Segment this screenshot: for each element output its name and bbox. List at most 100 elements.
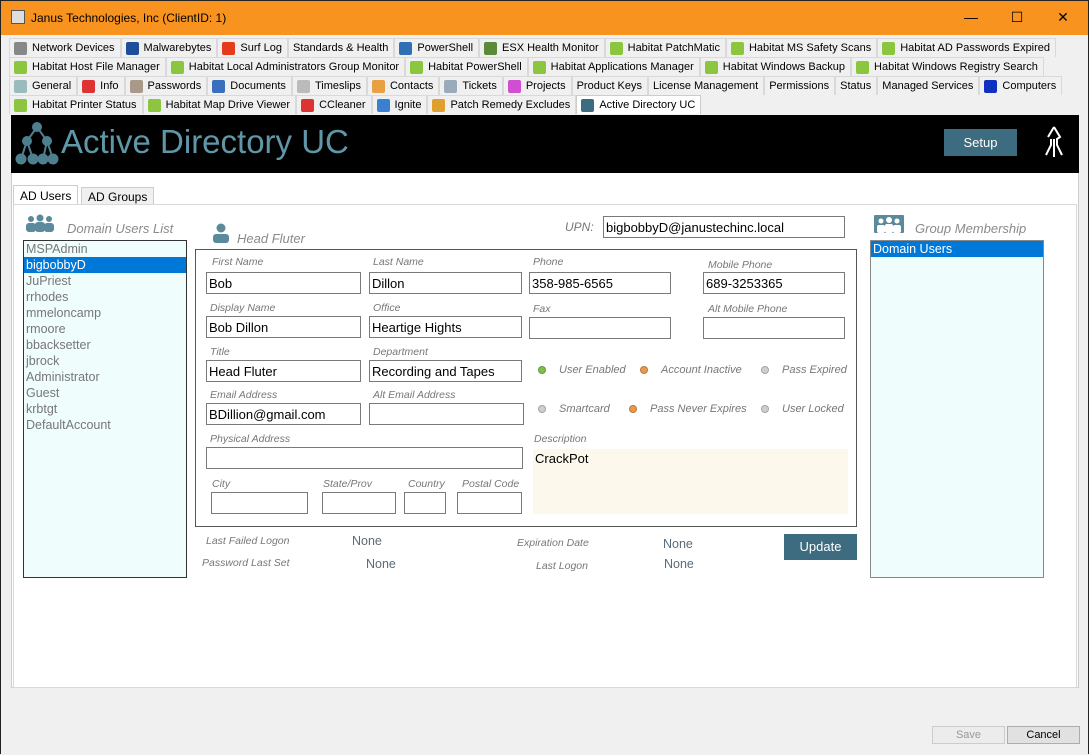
tab-product-keys[interactable]: Product Keys — [571, 76, 649, 95]
tab-habitat-windows-registry-search[interactable]: Habitat Windows Registry Search — [851, 57, 1044, 76]
tab-habitat-host-file-manager[interactable]: Habitat Host File Manager — [9, 57, 166, 76]
list-item[interactable]: jbrock — [24, 353, 186, 369]
alt-mobile-field[interactable] — [703, 317, 845, 339]
state-field[interactable] — [322, 492, 396, 514]
list-item[interactable]: Domain Users — [871, 241, 1043, 257]
tab-habitat-patchmatic[interactable]: Habitat PatchMatic — [604, 38, 726, 57]
tab-ad-groups[interactable]: AD Groups — [81, 187, 155, 205]
tab-label: Habitat MS Safety Scans — [748, 42, 872, 54]
list-item[interactable]: rmoore — [24, 321, 186, 337]
list-item[interactable]: krbtgt — [24, 401, 186, 417]
alt-email-field[interactable] — [369, 403, 524, 425]
close-button[interactable]: ✕ — [1052, 7, 1074, 27]
phone-label: Phone — [533, 256, 564, 268]
tab-info[interactable]: Info — [77, 76, 125, 95]
tab-license-management[interactable]: License Management — [648, 76, 765, 95]
title-field[interactable]: Head Fluter — [206, 360, 361, 382]
person-icon — [213, 223, 229, 243]
list-item[interactable]: Administrator — [24, 369, 186, 385]
tab-esx-health-monitor[interactable]: ESX Health Monitor — [479, 38, 605, 57]
city-field[interactable] — [211, 492, 308, 514]
domain-users-list[interactable]: MSPAdmin bigbobbyD JuPriest rrhodes mmelonca… — [23, 240, 187, 578]
tab-ignite[interactable]: Ignite — [371, 95, 428, 114]
tab-powershell[interactable]: PowerShell — [394, 38, 480, 57]
group-membership-list[interactable]: Domain Users — [870, 240, 1044, 578]
list-item[interactable]: DefaultAccount — [24, 417, 186, 433]
tab-malwarebytes[interactable]: Malwarebytes — [120, 38, 218, 57]
tab-timeslips[interactable]: Timeslips — [291, 76, 367, 95]
tab-habitat-ms-safety-scans[interactable]: Habitat MS Safety Scans — [725, 38, 878, 57]
status-label: Pass Expired — [782, 364, 847, 376]
phone-field[interactable]: 358-985-6565 — [529, 272, 671, 294]
tab-status[interactable]: Status — [835, 76, 878, 95]
tab-patch-remedy-excludes[interactable]: Patch Remedy Excludes — [427, 95, 577, 114]
computer-icon — [984, 79, 998, 93]
tab-label: Managed Services — [882, 80, 974, 92]
tab-active-directory-uc[interactable]: Active Directory UC — [576, 95, 702, 114]
cancel-button[interactable]: Cancel — [1007, 726, 1080, 744]
description-field[interactable]: CrackPot — [533, 449, 848, 514]
upn-field[interactable]: bigbobbyD@janustechinc.local — [603, 216, 845, 238]
maximize-button[interactable]: ☐ — [1006, 7, 1028, 27]
tab-label: Habitat Windows Registry Search — [874, 61, 1038, 73]
tab-permissions[interactable]: Permissions — [764, 76, 836, 95]
postal-code-field[interactable] — [457, 492, 522, 514]
first-name-field[interactable]: Bob — [206, 272, 361, 294]
house-icon — [147, 98, 161, 112]
update-button[interactable]: Update — [784, 534, 857, 560]
title-bar: Janus Technologies, Inc (ClientID: 1) — … — [1, 1, 1088, 35]
list-item[interactable]: MSPAdmin — [24, 241, 186, 257]
email-field[interactable]: BDillion@gmail.com — [206, 403, 361, 425]
tab-general[interactable]: General — [9, 76, 78, 95]
tab-habitat-printer-status[interactable]: Habitat Printer Status — [9, 95, 143, 114]
last-name-label: Last Name — [373, 256, 424, 268]
tab-ad-users[interactable]: AD Users — [13, 185, 79, 206]
last-name-field[interactable]: Dillon — [369, 272, 522, 294]
status-label: Smartcard — [559, 403, 610, 415]
tab-habitat-powershell[interactable]: Habitat PowerShell — [405, 57, 528, 76]
password-last-set-label: Password Last Set — [202, 557, 290, 569]
list-item[interactable]: JuPriest — [24, 273, 186, 289]
contacts-icon — [371, 79, 385, 93]
tab-managed-services[interactable]: Managed Services — [877, 76, 980, 95]
office-field[interactable]: Heartige Hights — [369, 316, 522, 338]
minimize-button[interactable]: — — [960, 7, 982, 27]
list-item[interactable]: bbacksetter — [24, 337, 186, 353]
tab-contacts[interactable]: Contacts — [366, 76, 440, 95]
description-label: Description — [534, 433, 587, 445]
tab-habitat-map-drive-viewer[interactable]: Habitat Map Drive Viewer — [142, 95, 297, 114]
fax-field[interactable] — [529, 317, 671, 339]
last-logon-value: None — [664, 557, 694, 571]
tab-passwords[interactable]: Passwords — [124, 76, 208, 95]
tab-habitat-windows-backup[interactable]: Habitat Windows Backup — [699, 57, 852, 76]
country-field[interactable] — [404, 492, 446, 514]
list-item[interactable]: bigbobbyD — [24, 257, 186, 273]
tab-documents[interactable]: Documents — [207, 76, 292, 95]
list-item[interactable]: mmeloncamp — [24, 305, 186, 321]
house-icon — [704, 60, 718, 74]
fax-label: Fax — [533, 303, 551, 315]
address-field[interactable] — [206, 447, 523, 469]
setup-button[interactable]: Setup — [944, 129, 1017, 156]
display-name-label: Display Name — [210, 302, 276, 314]
status-label: Account Inactive — [661, 364, 742, 376]
house-icon — [882, 41, 896, 55]
list-item[interactable]: Guest — [24, 385, 186, 401]
tab-ccleaner[interactable]: CCleaner — [296, 95, 372, 114]
tab-habitat-local-administrators-group-monitor[interactable]: Habitat Local Administrators Group Monit… — [165, 57, 406, 76]
department-field[interactable]: Recording and Tapes — [369, 360, 522, 382]
tab-tickets[interactable]: Tickets — [439, 76, 503, 95]
mobile-phone-field[interactable]: 689-3253365 — [703, 272, 845, 294]
save-button[interactable]: Save — [932, 726, 1005, 744]
tab-surf-log[interactable]: Surf Log — [217, 38, 288, 57]
country-label: Country — [408, 478, 445, 490]
tab-standards-health[interactable]: Standards & Health — [287, 38, 395, 57]
tab-habitat-applications-manager[interactable]: Habitat Applications Manager — [527, 57, 700, 76]
tab-computers[interactable]: Computers — [979, 76, 1063, 95]
list-item[interactable]: rrhodes — [24, 289, 186, 305]
tab-habitat-ad-passwords-expired[interactable]: Habitat AD Passwords Expired — [877, 38, 1057, 57]
tab-projects[interactable]: Projects — [502, 76, 572, 95]
display-name-field[interactable]: Bob Dillon — [206, 316, 361, 338]
squid-logo-icon — [1045, 126, 1063, 157]
tab-network-devices[interactable]: Network Devices — [9, 38, 121, 57]
